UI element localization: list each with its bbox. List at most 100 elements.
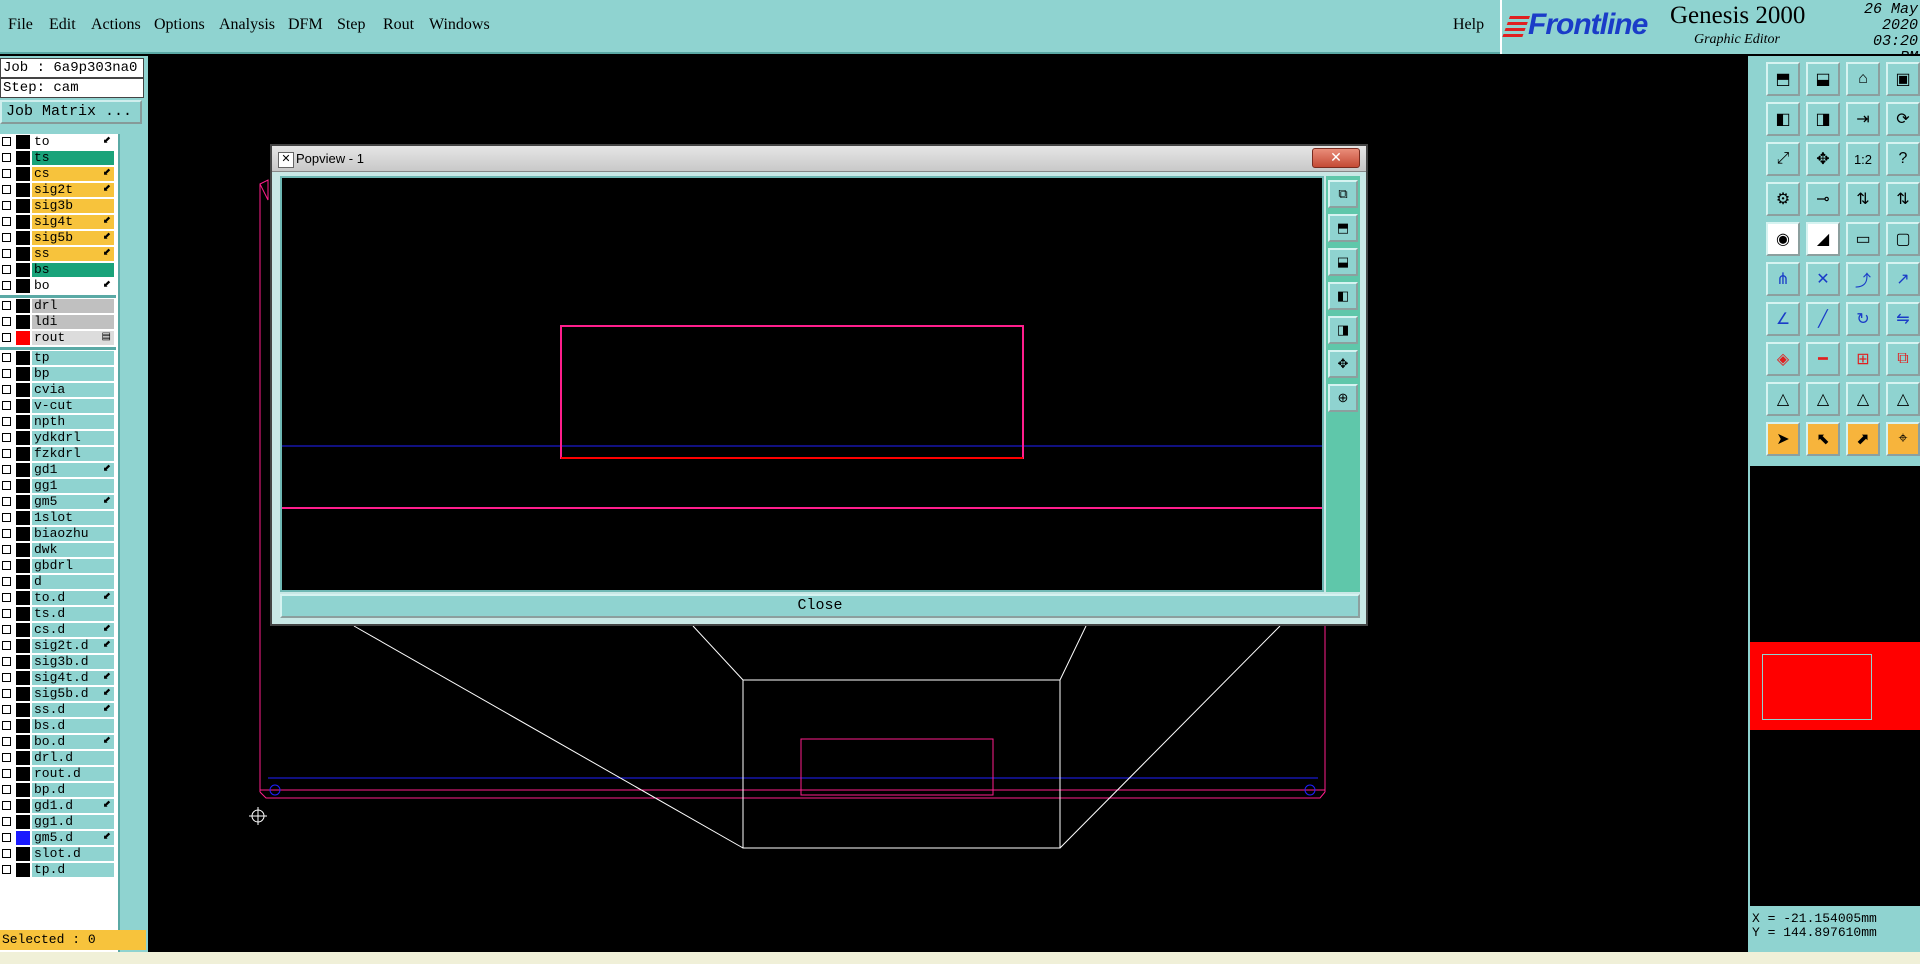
layer-checkbox[interactable] [2,833,11,842]
layer-name[interactable]: gm5.d ⬋ [32,831,114,845]
layer-row-to[interactable]: to ⬋ [0,134,116,150]
arc-icon[interactable]: ↻ [1846,302,1880,336]
pan-right-icon[interactable]: ◨ [1806,102,1840,136]
layer-row-drl[interactable]: drl [0,298,116,314]
layer-row-bs-d[interactable]: bs.d [0,718,116,734]
layer-checkbox[interactable] [2,769,11,778]
layer-row-tp-d[interactable]: tp.d [0,862,116,878]
layer-color-swatch[interactable] [16,767,30,781]
layer-color-swatch[interactable] [16,315,30,329]
layer-row-sig3b-d[interactable]: sig3b.d [0,654,116,670]
layer-row-drl-d[interactable]: drl.d [0,750,116,766]
cross-icon[interactable]: ✕ [1806,262,1840,296]
layer-row-gm5[interactable]: gm5 ⬋ [0,494,116,510]
layer-checkbox[interactable] [2,673,11,682]
layer-color-swatch[interactable] [16,447,30,461]
layer-row-sig5b[interactable]: sig5b ⬋ [0,230,116,246]
layer-color-swatch[interactable] [16,815,30,829]
layer-row-bp[interactable]: bp [0,366,116,382]
layer-checkbox[interactable] [2,385,11,394]
layer-checkbox[interactable] [2,281,11,290]
menu-file[interactable]: File [8,16,33,34]
layer-checkbox[interactable] [2,497,11,506]
layer-color-swatch[interactable] [16,183,30,197]
layer-checkbox[interactable] [2,249,11,258]
layer-color-swatch[interactable] [16,511,30,525]
menu-edit[interactable]: Edit [49,16,76,34]
layer-color-swatch[interactable] [16,399,30,413]
layer-checkbox[interactable] [2,849,11,858]
layer-checkbox[interactable] [2,185,11,194]
zoom-in-icon[interactable]: ⬓ [1806,62,1840,96]
fit-icon[interactable]: ⤢ [1766,142,1800,176]
layer-row-gm5-d[interactable]: gm5.d ⬋ [0,830,116,846]
triangle4-icon[interactable]: △ [1886,382,1920,416]
layer-name[interactable]: cs.d ⬋ [32,623,114,637]
layer-name[interactable]: sig4t.d ⬋ [32,671,114,685]
layer-toggle-icon[interactable]: ⇅ [1846,182,1880,216]
center-icon[interactable]: ✥ [1806,142,1840,176]
layer-row-d[interactable]: d [0,574,116,590]
layer-name[interactable]: bs.d [32,719,114,733]
layer-color-swatch[interactable] [16,383,30,397]
layer-color-swatch[interactable] [16,231,30,245]
layer-color-swatch[interactable] [16,263,30,277]
layer-row-ldi[interactable]: ldi [0,314,116,330]
node-icon[interactable]: ⋔ [1766,262,1800,296]
layer-checkbox[interactable] [2,433,11,442]
popview-titlebar[interactable]: ✕ Popview - 1 ✕ [272,146,1366,172]
scale-1-2-icon[interactable]: 1:2 [1846,142,1880,176]
pv-fit-icon[interactable]: ⧉ [1328,180,1358,208]
window-icon[interactable]: ▣ [1886,62,1920,96]
layer-name[interactable]: sig4t ⬋ [32,215,114,229]
layer-checkbox[interactable] [2,233,11,242]
pan-left-icon[interactable]: ◧ [1766,102,1800,136]
layer-color-swatch[interactable] [16,623,30,637]
menu-actions[interactable]: Actions [91,16,141,34]
layer-color-swatch[interactable] [16,351,30,365]
layer-checkbox[interactable] [2,593,11,602]
layer-checkbox[interactable] [2,705,11,714]
triangle-icon[interactable]: △ [1766,382,1800,416]
layer-toggle2-icon[interactable]: ⇅ [1886,182,1920,216]
angle-icon[interactable]: ∠ [1766,302,1800,336]
layer-name[interactable]: bo ⬋ [32,279,114,293]
layer-checkbox[interactable] [2,609,11,618]
measure-icon[interactable]: ⚙ [1766,182,1800,216]
menu-dfm[interactable]: DFM [288,16,323,34]
layer-name[interactable]: fzkdrl [32,447,114,461]
layer-checkbox[interactable] [2,401,11,410]
layer-checkbox[interactable] [2,753,11,762]
layer-checkbox[interactable] [2,317,11,326]
layer-row-cs-d[interactable]: cs.d ⬋ [0,622,116,638]
layer-row-sig2t[interactable]: sig2t ⬋ [0,182,116,198]
layer-color-swatch[interactable] [16,591,30,605]
layer-checkbox[interactable] [2,801,11,810]
pv-center-icon[interactable]: ⊕ [1328,384,1358,412]
layer-checkbox[interactable] [2,737,11,746]
layer-row-sig5b-d[interactable]: sig5b.d ⬋ [0,686,116,702]
layer-row-gd1-d[interactable]: gd1.d ⬋ [0,798,116,814]
layer-name[interactable]: bp [32,367,114,381]
layer-color-swatch[interactable] [16,719,30,733]
layer-checkbox[interactable] [2,481,11,490]
layer-color-swatch[interactable] [16,735,30,749]
layer-row-gg1-d[interactable]: gg1.d [0,814,116,830]
layer-color-swatch[interactable] [16,331,30,345]
layer-color-swatch[interactable] [16,151,30,165]
layer-checkbox[interactable] [2,641,11,650]
layer-name[interactable]: bs [32,263,114,277]
layer-name[interactable]: gd1.d ⬋ [32,799,114,813]
help-icon[interactable]: ? [1886,142,1920,176]
layer-name[interactable]: gd1 ⬋ [32,463,114,477]
layer-row-tp[interactable]: tp [0,350,116,366]
layer-row-fzkdrl[interactable]: fzkdrl [0,446,116,462]
layer-checkbox[interactable] [2,657,11,666]
layer-row-sig3b[interactable]: sig3b [0,198,116,214]
layer-row-ts-d[interactable]: ts.d [0,606,116,622]
layer-color-swatch[interactable] [16,167,30,181]
layer-color-swatch[interactable] [16,671,30,685]
layer-color-swatch[interactable] [16,135,30,149]
select-lasso-icon[interactable]: ⬈ [1846,422,1880,456]
layer-color-swatch[interactable] [16,655,30,669]
